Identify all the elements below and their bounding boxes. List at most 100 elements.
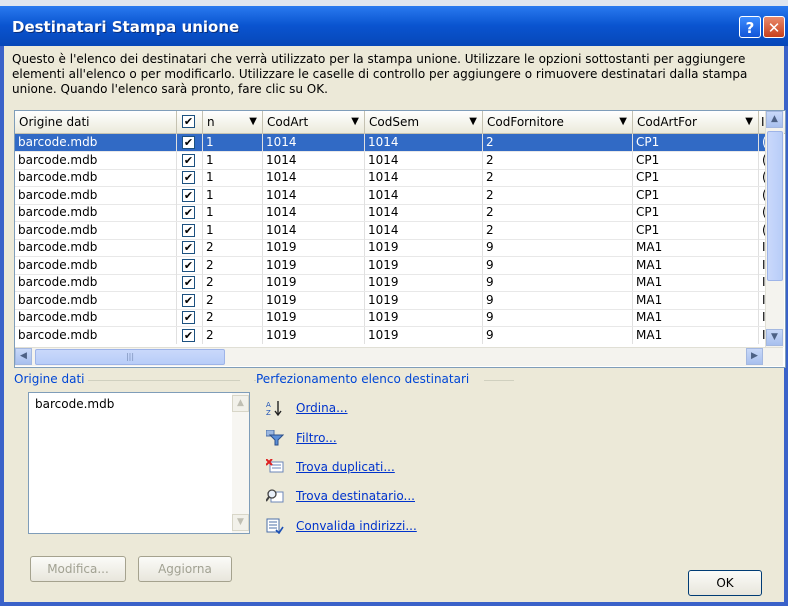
column-header-label: I — [761, 115, 765, 129]
row-checkbox[interactable]: ✔ — [182, 241, 195, 254]
scroll-right-icon[interactable]: ▶ — [746, 348, 763, 365]
table-row[interactable]: ✔barcode.mdb2101910199MA1I — [15, 256, 765, 275]
find-recipient-link[interactable]: Trova destinatario... — [296, 486, 415, 506]
column-header-label: Origine dati — [19, 115, 90, 129]
cell-codartfor: CP1 — [633, 204, 759, 221]
cell-codartfor: MA1 — [633, 274, 759, 291]
cell-n: 1 — [203, 134, 263, 151]
column-header-origine-dati[interactable]: Origine dati — [15, 111, 177, 133]
table-row[interactable]: ✔barcode.mdb1101410142CP1( — [15, 186, 765, 205]
column-header-label: CodArtFor — [637, 115, 697, 129]
close-button[interactable]: ✕ — [763, 16, 785, 38]
vertical-scrollbar[interactable]: ▲ ▼ — [765, 111, 784, 347]
column-header-codart[interactable]: CodArt ▼ — [263, 111, 365, 133]
data-source-item[interactable]: barcode.mdb — [35, 397, 114, 411]
table-row[interactable]: ✔barcode.mdb2101910199MA1I — [15, 239, 765, 257]
cell-codfornitore: 9 — [483, 239, 633, 256]
scroll-left-icon[interactable]: ◀ — [15, 348, 32, 365]
horizontal-scrollbar[interactable]: ◀ ||| ▶ — [15, 347, 783, 366]
row-checkbox-cell: ✔ — [177, 186, 203, 204]
sort-link[interactable]: Ordina... — [296, 398, 348, 418]
scroll-down-icon[interactable]: ▼ — [766, 329, 783, 346]
cell-n: 2 — [203, 291, 263, 309]
row-checkbox[interactable]: ✔ — [182, 136, 195, 149]
table-row[interactable]: ✔barcode.mdb1101410142CP1( — [15, 134, 765, 152]
chevron-down-icon[interactable]: ▼ — [619, 111, 627, 133]
cell-codfornitore: 2 — [483, 221, 633, 239]
filter-link[interactable]: Filtro... — [296, 428, 337, 448]
ok-button[interactable]: OK — [688, 570, 762, 596]
column-header-codsem[interactable]: CodSem ▼ — [365, 111, 483, 133]
column-header-codartfor[interactable]: CodArtFor ▼ — [633, 111, 759, 133]
table-row[interactable]: ✔barcode.mdb1101410142CP1( — [15, 169, 765, 187]
row-checkbox-cell: ✔ — [177, 221, 203, 239]
recipients-grid[interactable]: Origine dati ✔ n ▼ CodArt ▼ CodSem ▼ CodFor… — [14, 110, 786, 368]
cell-origine-dati: barcode.mdb — [15, 239, 177, 256]
cell-codfornitore: 9 — [483, 326, 633, 344]
cell-n: 2 — [203, 256, 263, 274]
chevron-down-icon[interactable]: ▼ — [351, 111, 359, 133]
row-checkbox[interactable]: ✔ — [182, 171, 195, 184]
table-row[interactable]: ✔barcode.mdb1101410142CP1( — [15, 151, 765, 170]
cell-codfornitore: 9 — [483, 274, 633, 291]
table-row[interactable]: ✔barcode.mdb1101410142CP1( — [15, 204, 765, 222]
cell-codsem: 1014 — [365, 204, 483, 221]
cell-codfornitore: 2 — [483, 169, 633, 186]
column-header-label: CodFornitore — [487, 115, 564, 129]
cell-codart: 1014 — [263, 221, 365, 239]
scroll-up-icon[interactable]: ▲ — [766, 111, 783, 128]
scroll-down-icon[interactable]: ▼ — [232, 514, 249, 531]
cell-codart: 1019 — [263, 309, 365, 326]
row-checkbox[interactable]: ✔ — [182, 223, 195, 237]
dialog-window: Destinatari Stampa unione ? ✕ Questo è l… — [0, 0, 788, 606]
refresh-button[interactable]: Aggiorna — [138, 556, 232, 582]
cell-origine-dati: barcode.mdb — [15, 186, 177, 204]
chevron-down-icon[interactable]: ▼ — [469, 111, 477, 133]
chevron-down-icon[interactable]: ▼ — [745, 111, 753, 133]
row-checkbox[interactable]: ✔ — [182, 276, 195, 289]
vertical-scroll-thumb[interactable] — [767, 131, 783, 281]
cell-n: 2 — [203, 239, 263, 256]
data-source-list[interactable]: barcode.mdb ▲ ▼ — [28, 392, 250, 534]
row-checkbox[interactable]: ✔ — [182, 328, 195, 342]
select-all-checkbox[interactable]: ✔ — [182, 115, 195, 128]
chevron-down-icon[interactable]: ▼ — [249, 111, 257, 133]
cell-origine-dati: barcode.mdb — [15, 326, 177, 344]
cell-codsem: 1019 — [365, 291, 483, 309]
cell-codartfor: CP1 — [633, 134, 759, 151]
validate-addresses-link[interactable]: Convalida indirizzi... — [296, 516, 417, 536]
column-header-label: CodArt — [267, 115, 309, 129]
row-checkbox[interactable]: ✔ — [182, 188, 195, 202]
row-checkbox[interactable]: ✔ — [182, 258, 195, 272]
cell-codart: 1019 — [263, 239, 365, 256]
cell-n: 2 — [203, 309, 263, 326]
row-checkbox[interactable]: ✔ — [182, 311, 195, 324]
title-bar[interactable]: Destinatari Stampa unione ? ✕ — [0, 0, 788, 46]
data-source-scrollbar[interactable]: ▲ ▼ — [232, 393, 249, 533]
table-row[interactable]: ✔barcode.mdb2101910199MA1I — [15, 326, 765, 344]
cell-codartfor: MA1 — [633, 239, 759, 256]
table-row[interactable]: ✔barcode.mdb1101410142CP1( — [15, 221, 765, 240]
horizontal-scroll-thumb[interactable]: ||| — [35, 349, 225, 365]
table-row[interactable]: ✔barcode.mdb2101910199MA1I — [15, 274, 765, 292]
table-row[interactable]: ✔barcode.mdb2101910199MA1I — [15, 291, 765, 310]
row-checkbox-cell: ✔ — [177, 291, 203, 309]
column-header-select-all[interactable]: ✔ — [177, 111, 203, 133]
column-header-codfornitore[interactable]: CodFornitore ▼ — [483, 111, 633, 133]
help-button[interactable]: ? — [739, 16, 761, 38]
scroll-up-icon[interactable]: ▲ — [232, 395, 249, 412]
row-checkbox[interactable]: ✔ — [182, 293, 195, 307]
find-duplicates-link[interactable]: Trova duplicati... — [296, 457, 395, 477]
row-checkbox-cell: ✔ — [177, 274, 203, 291]
row-checkbox[interactable]: ✔ — [182, 153, 195, 167]
row-checkbox[interactable]: ✔ — [182, 206, 195, 219]
cell-codfornitore: 2 — [483, 134, 633, 151]
cell-n: 1 — [203, 221, 263, 239]
table-row[interactable]: ✔barcode.mdb2101910199MA1I — [15, 309, 765, 327]
column-header-n[interactable]: n ▼ — [203, 111, 263, 133]
modify-button[interactable]: Modifica... — [30, 556, 126, 582]
cell-codartfor: MA1 — [633, 256, 759, 274]
cell-origine-dati: barcode.mdb — [15, 309, 177, 326]
cell-n: 1 — [203, 186, 263, 204]
cell-codsem: 1014 — [365, 186, 483, 204]
